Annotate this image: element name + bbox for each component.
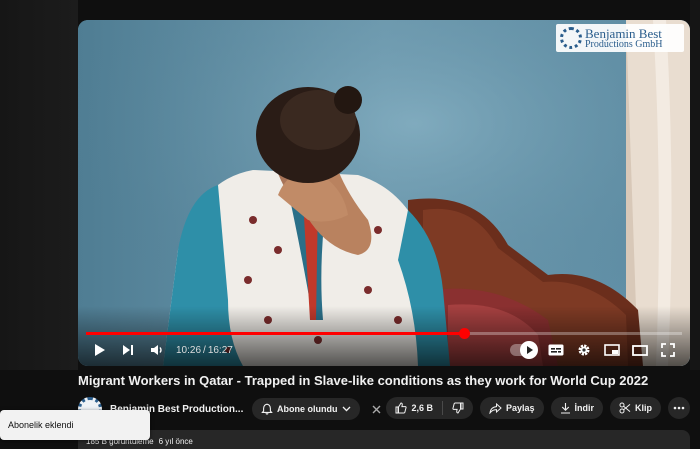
watermark-line-2: Productions GmbH <box>585 38 663 50</box>
share-label: Paylaş <box>505 403 535 413</box>
clip-label: Klip <box>635 403 652 413</box>
description-box[interactable]: 185 B görüntüleme 6 yıl önce <box>78 430 690 449</box>
like-dislike-group: 2,6 B <box>386 397 473 419</box>
bell-icon <box>261 403 273 415</box>
progress-bar[interactable] <box>86 328 682 339</box>
miniplayer-button[interactable] <box>598 338 626 362</box>
play-button[interactable] <box>86 338 114 362</box>
toast-message: Abonelik eklendi <box>8 420 74 430</box>
download-icon <box>560 403 570 414</box>
autoplay-play-icon <box>527 346 533 354</box>
scissors-icon <box>619 402 631 414</box>
dismiss-button[interactable] <box>368 398 386 420</box>
download-button[interactable]: İndir <box>550 397 603 419</box>
share-icon <box>489 402 502 414</box>
fullscreen-icon <box>661 343 675 357</box>
clip-button[interactable]: Klip <box>610 397 661 419</box>
more-horizontal-icon <box>673 406 685 410</box>
chevron-down-icon <box>342 406 350 412</box>
download-label: İndir <box>574 403 595 413</box>
time-display: 10:26 / 16:27 <box>176 345 233 356</box>
watermark-line-1: Benjamin Best <box>585 25 662 41</box>
subtitles-icon <box>548 344 564 356</box>
autoplay-knob <box>520 341 538 359</box>
share-button[interactable]: Paylaş <box>479 397 544 419</box>
subscribed-label: Abone olundu <box>277 404 338 414</box>
page-background-left <box>0 0 78 370</box>
play-icon <box>95 344 105 356</box>
close-icon <box>372 405 381 413</box>
video-title: Migrant Workers in Qatar - Trapped in Sl… <box>78 373 649 388</box>
page-background-right <box>690 0 700 370</box>
dislike-button[interactable] <box>443 397 473 419</box>
next-button[interactable] <box>114 338 142 362</box>
volume-icon <box>150 345 162 355</box>
time-separator: / <box>203 344 206 356</box>
subscribed-button[interactable]: Abone olundu <box>252 398 360 420</box>
video-player[interactable]: Benjamin Best Productions GmbH 10:26 / 1… <box>78 20 690 366</box>
progress-played <box>86 332 464 335</box>
duration: 16:27 <box>207 344 233 356</box>
more-actions-button[interactable] <box>668 397 690 419</box>
settings-button[interactable] <box>570 338 598 362</box>
volume-button[interactable] <box>142 338 170 362</box>
toast-notification: Abonelik eklendi <box>0 410 150 440</box>
settings-icon <box>578 344 590 356</box>
autoplay-toggle[interactable] <box>508 338 542 362</box>
subtitles-button[interactable] <box>542 338 570 362</box>
current-time: 10:26 <box>176 344 202 356</box>
fullscreen-button[interactable] <box>654 338 682 362</box>
theater-mode-button[interactable] <box>626 338 654 362</box>
action-buttons: 2,6 B Paylaş İndir Klip <box>386 397 690 419</box>
channel-watermark[interactable]: Benjamin Best Productions GmbH <box>556 24 684 52</box>
thumbs-down-icon <box>452 402 464 414</box>
player-controls: 10:26 / 16:27 <box>78 338 690 362</box>
next-icon <box>123 345 133 355</box>
like-button[interactable]: 2,6 B <box>386 397 442 419</box>
like-count: 2,6 B <box>411 403 433 413</box>
owner-row: Benjamin Best Production... Abone olundu… <box>78 397 690 421</box>
thumbs-up-icon <box>395 402 408 414</box>
watermark-logo-icon <box>560 27 582 49</box>
miniplayer-icon <box>604 344 620 356</box>
upload-age: 6 yıl önce <box>158 437 193 446</box>
theater-icon <box>632 344 648 356</box>
autoplay-switch <box>510 341 538 359</box>
